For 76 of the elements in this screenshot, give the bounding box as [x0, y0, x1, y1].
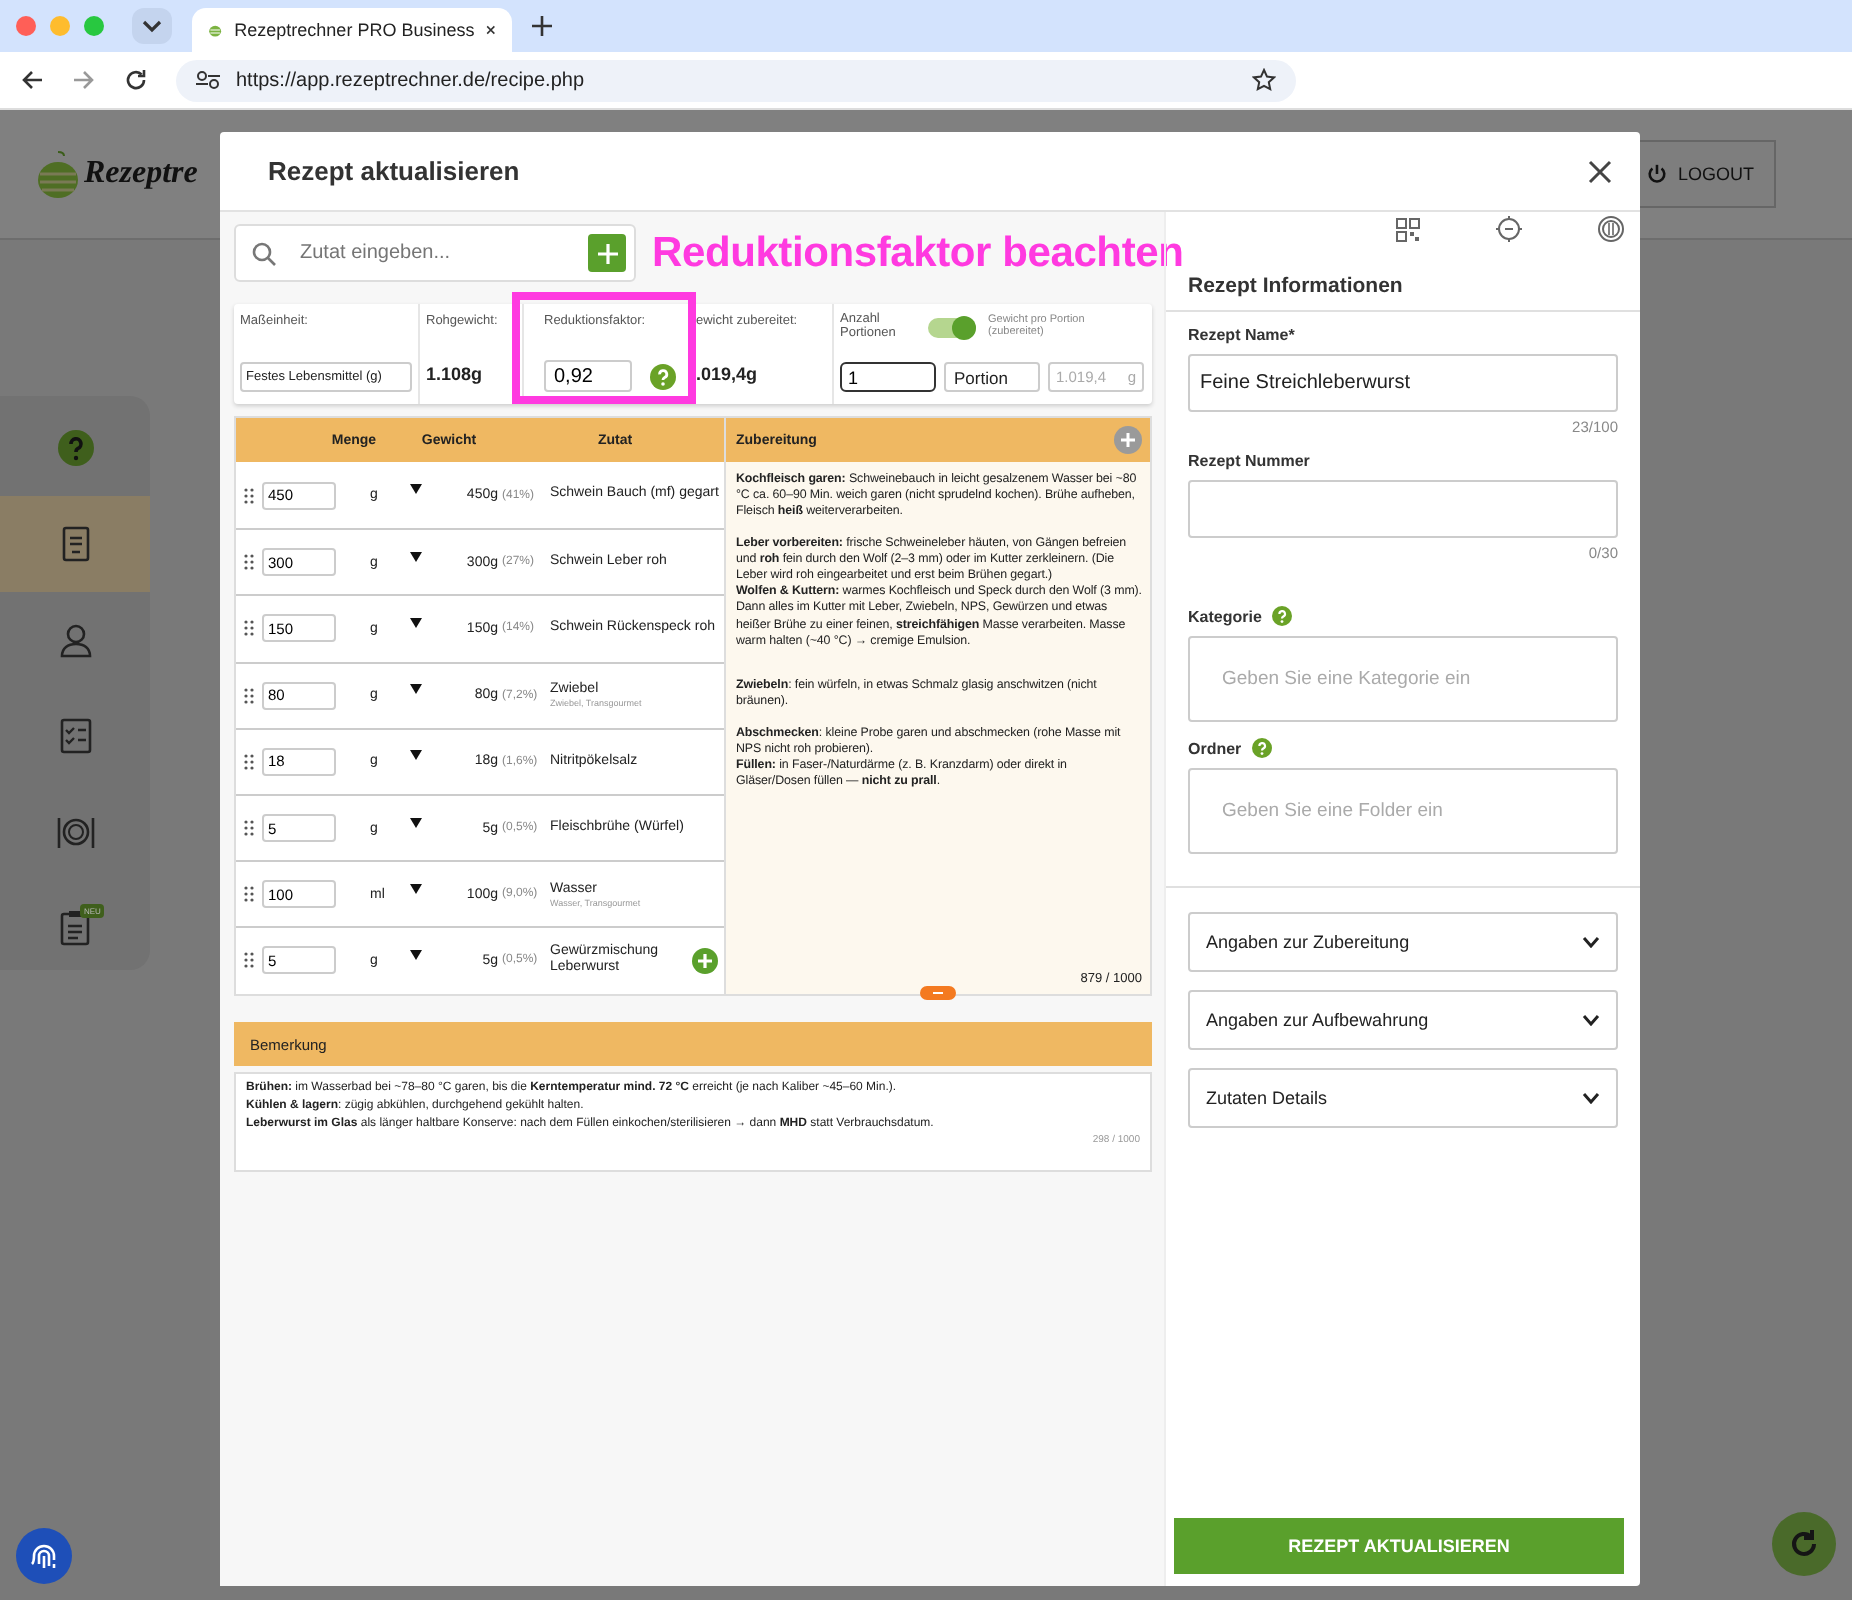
tab-list-icon[interactable] [132, 8, 172, 44]
field-label: Ordner [1188, 739, 1242, 757]
plate-cutlery-icon [56, 812, 96, 852]
back-icon[interactable] [20, 68, 44, 92]
caret-icon[interactable] [410, 817, 422, 828]
user-icon [56, 620, 96, 660]
help-icon[interactable] [1271, 606, 1292, 626]
drag-handle-icon[interactable] [244, 753, 254, 770]
help-icon [56, 428, 96, 468]
dialog-title: Rezept aktualisieren [268, 156, 520, 186]
accordion-header[interactable]: Angaben zur Zubereitung [1188, 912, 1618, 972]
chevron-icon [1582, 1092, 1600, 1104]
text-field[interactable]: Geben Sie eine Folder ein [1188, 768, 1618, 854]
qr-code-icon[interactable] [1396, 217, 1420, 241]
caret-icon[interactable] [410, 617, 422, 628]
close-icon[interactable] [486, 22, 496, 38]
search-icon [252, 241, 276, 265]
search-field[interactable]: Zutat eingeben... [234, 224, 636, 282]
bookmark-star-icon[interactable] [1252, 68, 1276, 92]
drag-handle-icon[interactable] [244, 886, 254, 903]
accordion-header[interactable]: Angaben zur Aufbewahrung [1188, 990, 1618, 1050]
caret-icon[interactable] [410, 551, 422, 562]
drag-handle-icon[interactable] [244, 952, 254, 969]
portion-unit-select[interactable]: Portion [944, 362, 1040, 392]
window-controls-icon [16, 16, 104, 36]
caret-icon[interactable] [410, 750, 422, 761]
url-text: https://app.rezeptrechner.de/recipe.php [236, 69, 587, 91]
accordion-header[interactable]: Zutaten Details [1188, 1068, 1618, 1128]
drag-handle-icon[interactable] [244, 687, 254, 704]
reload-icon[interactable] [124, 68, 148, 92]
site-settings-icon [196, 70, 220, 90]
refresh-icon [1786, 1526, 1822, 1562]
toggle-switch[interactable] [928, 317, 976, 337]
apple-logo-icon [36, 148, 80, 200]
drag-handle-icon[interactable] [244, 620, 254, 637]
text-field[interactable]: Geben Sie eine Kategorie ein [1188, 636, 1618, 722]
help-icon[interactable] [650, 363, 676, 389]
drag-handle-icon[interactable] [244, 820, 254, 837]
drag-handle-icon[interactable] [244, 487, 254, 504]
text-field[interactable] [1188, 480, 1618, 538]
factor-input[interactable]: 0,92 [544, 360, 632, 392]
forward-icon[interactable] [72, 68, 96, 92]
add-circle-icon[interactable] [692, 948, 718, 975]
caret-icon[interactable] [410, 484, 422, 495]
caret-icon[interactable] [410, 949, 422, 960]
refresh-button[interactable] [1772, 1512, 1836, 1576]
close-icon[interactable] [1588, 159, 1612, 183]
fingerprint-button[interactable] [16, 1528, 72, 1584]
browser-tab[interactable]: Rezeptrechner PRO Business [192, 8, 512, 52]
address-bar[interactable]: https://app.rezeptrechner.de/recipe.php [176, 59, 1296, 101]
plus-icon [597, 243, 617, 263]
raw-weight: 1.108g [426, 364, 485, 384]
text-field[interactable]: Feine Streichleberwurst [1188, 354, 1618, 412]
coin-icon[interactable] [1598, 216, 1624, 242]
caret-icon[interactable] [410, 684, 422, 695]
field-label: Kategorie [1188, 607, 1262, 625]
new-tab-icon[interactable] [532, 16, 552, 36]
collapse-handle-icon[interactable] [920, 986, 956, 1000]
caret-icon[interactable] [410, 883, 422, 894]
logo-text: Rezeptre [84, 156, 198, 192]
help-icon[interactable] [1251, 738, 1272, 758]
add-circle-icon[interactable] [1114, 426, 1142, 454]
power-icon [1646, 162, 1668, 186]
preparation-textarea[interactable] [726, 462, 1150, 994]
add-button[interactable] [588, 234, 626, 272]
tab-title: Rezeptrechner PRO Business [234, 20, 475, 40]
checklist-icon [56, 716, 96, 756]
field-label: Rezept Nummer [1188, 452, 1310, 470]
chevron-icon [1582, 936, 1600, 948]
remark-textarea[interactable] [234, 1072, 1152, 1172]
portions-input[interactable]: 1 [840, 362, 936, 392]
drag-handle-icon[interactable] [244, 554, 254, 571]
cooked-weight: .019,4g [696, 364, 760, 384]
chevron-icon [1582, 1014, 1600, 1026]
search-input[interactable]: Zutat eingeben... [296, 240, 568, 266]
field-label: Rezept Name* [1188, 326, 1295, 344]
